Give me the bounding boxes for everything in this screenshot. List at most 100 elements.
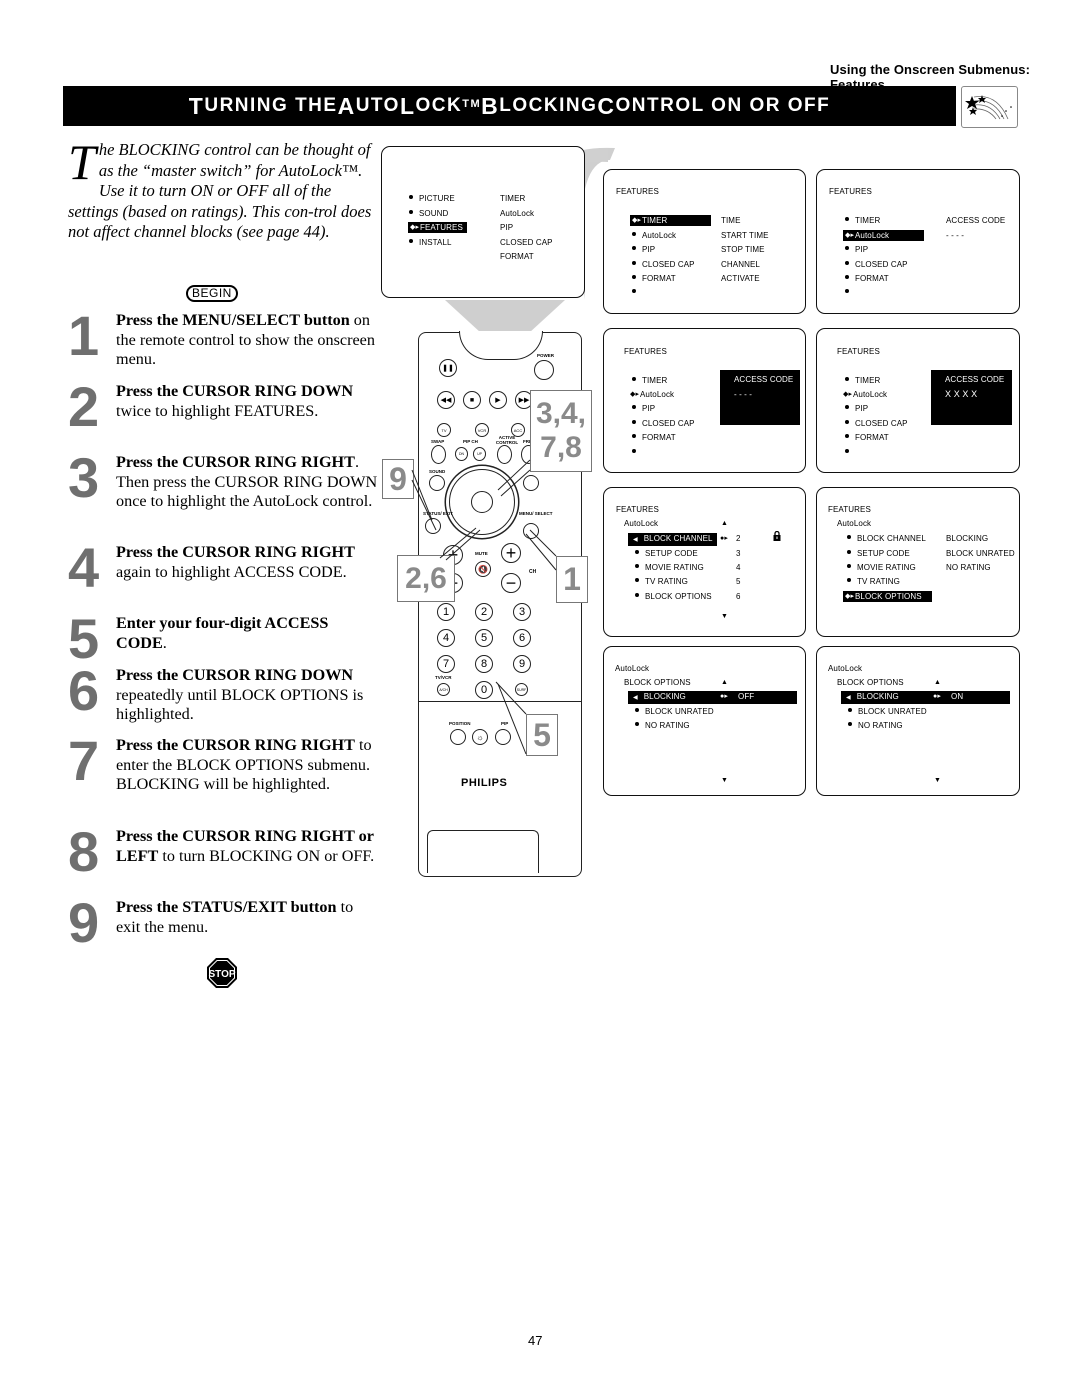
active-control-button[interactable] (497, 445, 512, 464)
left-arrow-icon: ◀ (633, 537, 638, 543)
menu-item: BLOCK CHANNEL (643, 534, 713, 543)
cursor-icon: ●▸ (933, 693, 941, 700)
menu-select-button[interactable] (523, 523, 539, 539)
rewind-button[interactable]: ◀◀ (437, 391, 455, 409)
access-code-label: ACCESS CODE (945, 375, 1005, 384)
pip-ch-label: PIP CH (463, 439, 478, 444)
tv-screen-features-timer: FEATURES ◆▸TIMER AutoLock PIP CLOSED CAP… (603, 169, 806, 314)
picture-button[interactable] (523, 475, 539, 491)
instruction-step: 5 Enter your four-digit ACCESS CODE. (68, 611, 378, 667)
access-code-box: ACCESS CODE X X X X (931, 370, 1012, 425)
left-arrow-icon: ◀ (633, 695, 638, 701)
menu-item: CLOSED CAP (642, 419, 695, 428)
power-button[interactable] (534, 360, 554, 380)
intro-text: he BLOCKING control can be thought of as… (68, 140, 372, 241)
menu-item: AutoLock (640, 390, 675, 399)
title-capital: C (597, 92, 616, 119)
menu-item: FORMAT (642, 274, 676, 283)
title-capital: B (481, 92, 500, 119)
digit-button-5[interactable]: 5 (475, 629, 493, 647)
menu-item: TV RATING (645, 577, 688, 586)
status-exit-label: STATUS/ EXIT (423, 511, 453, 516)
step-action: Press the CURSOR RING RIGHT (116, 543, 355, 561)
vcr-button[interactable]: VCR (475, 423, 489, 437)
light-button[interactable]: ☼ (472, 729, 488, 745)
screen-title: FEATURES (828, 505, 871, 514)
step-text: Enter your four-digit ACCESS CODE. (116, 614, 378, 664)
pip-ch-down-button[interactable]: DN (455, 447, 468, 461)
digit-button-3[interactable]: 3 (513, 603, 531, 621)
remote-divider (419, 701, 581, 702)
digit-button-6[interactable]: 6 (513, 629, 531, 647)
mute-button[interactable]: 🔇 (475, 561, 491, 577)
av-button[interactable]: A/CH (437, 683, 450, 696)
begin-badge: BEGIN (186, 285, 238, 302)
tv-screen-main-menu: PICTURE SOUND ◆▸FEATURES INSTALL TIMER A… (381, 146, 585, 298)
pause-button[interactable]: ❚❚ (439, 359, 457, 377)
surf-button[interactable]: SURF (515, 683, 528, 696)
instruction-step: 2 Press the CURSOR RING DOWN twice to hig… (68, 379, 378, 435)
digit-button-2[interactable]: 2 (475, 603, 493, 621)
menu-item-install: INSTALL (419, 238, 452, 247)
stop-label: STOP (208, 969, 235, 980)
step-text: Press the CURSOR RING RIGHT. Then press … (116, 453, 378, 512)
menu-item: PIP (855, 404, 869, 413)
screen-title: AutoLock (828, 664, 863, 673)
menu-item-sound: SOUND (419, 209, 449, 218)
digit-button-9[interactable]: 9 (513, 655, 531, 673)
pip-ch-up-button[interactable]: UP (473, 447, 486, 461)
callout-text: 1 (563, 561, 581, 597)
digit-button-8[interactable]: 8 (475, 655, 493, 673)
screen-title: AutoLock (615, 664, 650, 673)
mute-label: MUTE (475, 551, 488, 556)
shooting-star-icon (961, 86, 1018, 128)
menu-item: PIP (642, 245, 656, 254)
digit-button-1[interactable]: 1 (437, 603, 455, 621)
sound-label: SOUND (429, 469, 446, 474)
channel-down-button[interactable]: − (501, 573, 521, 593)
sound-button[interactable] (429, 475, 445, 491)
instruction-step: 8 Press the CURSOR RING RIGHT or LEFT to … (68, 820, 378, 883)
menu-item-picture: PICTURE (419, 194, 455, 203)
menu-item-features: FEATURES (420, 223, 463, 232)
menu-item: TIMER (642, 376, 668, 385)
position-button[interactable] (450, 729, 466, 745)
stop-button[interactable]: ■ (463, 391, 481, 409)
digit-button-7[interactable]: 7 (437, 655, 455, 673)
cursor-ring[interactable] (449, 469, 515, 535)
step-detail: to turn BLOCKING ON or OFF. (158, 846, 375, 865)
menu-item: BLOCKING (643, 692, 686, 701)
dn-label: DN (458, 452, 465, 456)
item-value: 5 (736, 577, 741, 586)
channel-up-button[interactable]: + (501, 543, 521, 563)
submenu-item: BLOCKING (946, 534, 989, 543)
tv-screen-autolock-menu: FEATURES AutoLock ▲ ◀ BLOCK CHANNEL ●▸ SE… (603, 487, 806, 637)
callout-steps-3-4-7-8: 3,4, 7,8 (530, 390, 592, 472)
menu-item: FORMAT (855, 274, 889, 283)
tv-button[interactable]: TV (437, 423, 451, 437)
step-action: Press the CURSOR RING RIGHT (116, 736, 355, 754)
step-number: 8 (68, 820, 100, 883)
screen-title: FEATURES (616, 187, 659, 196)
step-text: Press the MENU/SELECT button on the remo… (116, 311, 378, 370)
menu-item: FORMAT (855, 433, 889, 442)
up-arrow-icon: ▲ (721, 520, 729, 527)
digit-button-0[interactable]: 0 (475, 681, 493, 699)
callout-step-9: 9 (382, 459, 414, 499)
cursor-ring-center[interactable] (471, 491, 493, 513)
step-action: Press the CURSOR RING DOWN (116, 382, 354, 400)
menu-item: TIMER (855, 216, 881, 225)
digit-button-4[interactable]: 4 (437, 629, 455, 647)
callout-text: 2,6 (405, 561, 447, 595)
tv-screen-access-code-entered: FEATURES TIMER ◆▸AutoLock PIP CLOSED CAP… (816, 328, 1020, 473)
item-value: 4 (736, 563, 741, 572)
swap-button[interactable] (431, 445, 446, 464)
drop-cap: T (68, 134, 96, 190)
cursor-icon: ◆▸ (843, 391, 853, 399)
pip-button[interactable] (495, 729, 511, 745)
stop-sign-icon: STOP (206, 957, 238, 989)
play-button[interactable]: ▶ (489, 391, 507, 409)
callout-text: 5 (533, 716, 551, 753)
status-exit-button[interactable] (425, 518, 441, 534)
instruction-step: 3 Press the CURSOR RING RIGHT. Then press… (68, 450, 378, 512)
